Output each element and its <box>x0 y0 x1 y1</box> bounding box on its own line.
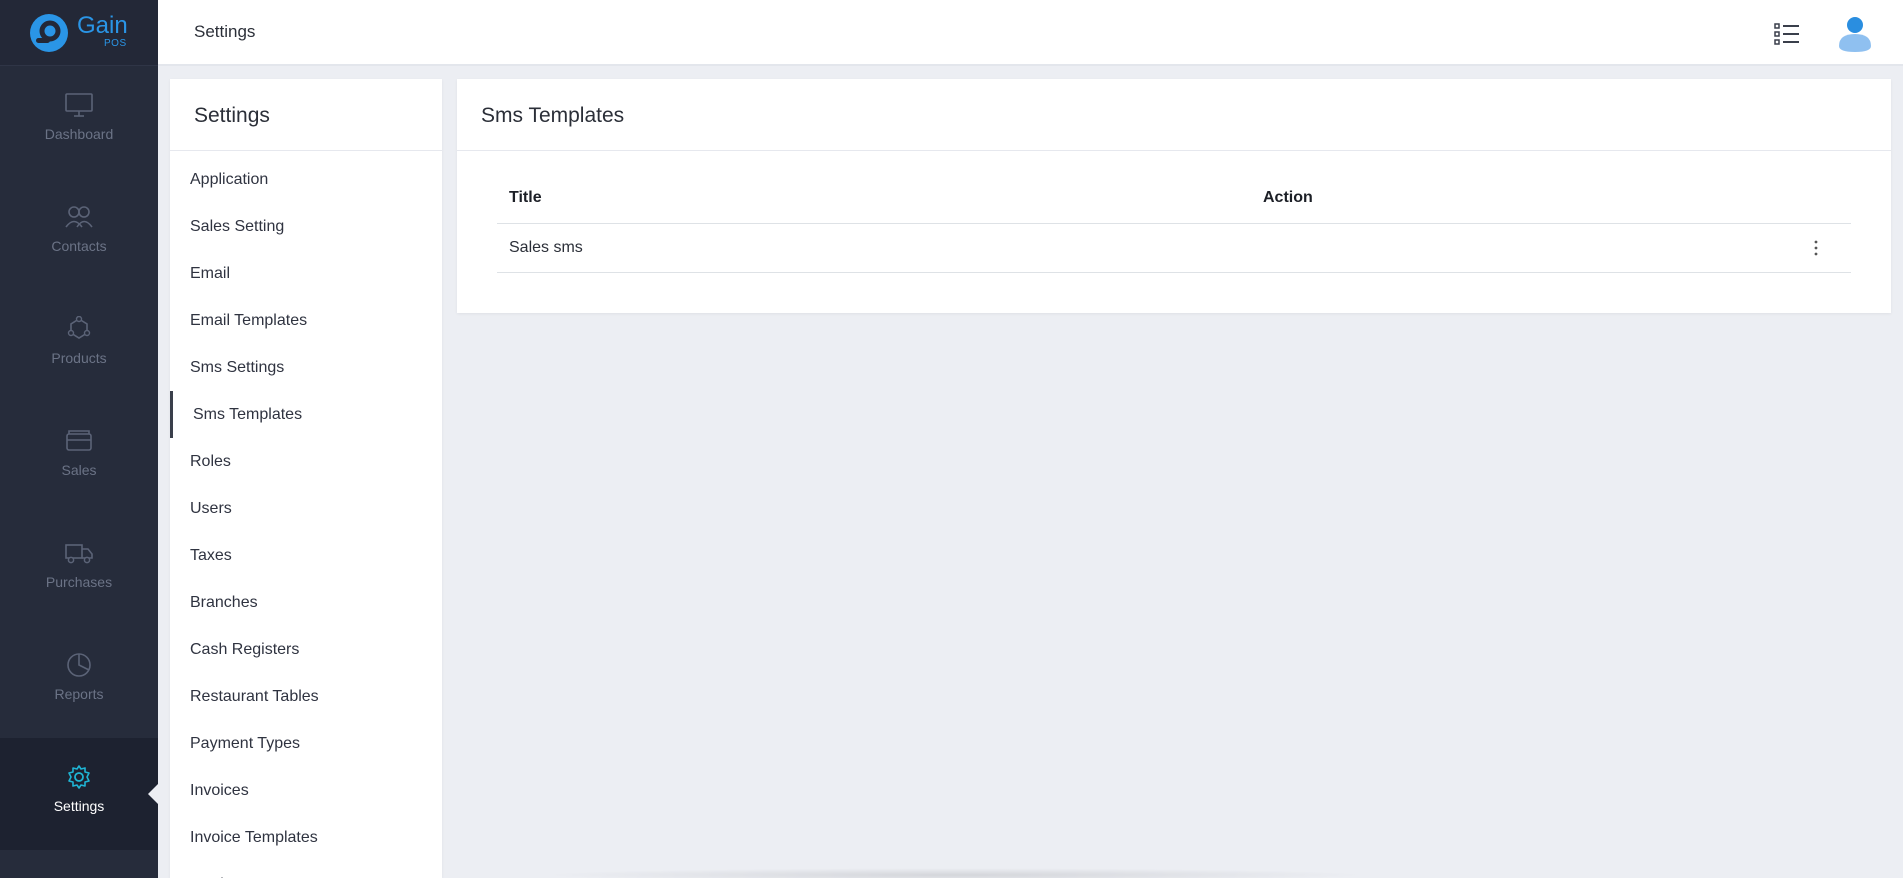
nav-label: Products <box>51 350 107 366</box>
nav-label: Sales <box>61 462 97 478</box>
active-pointer <box>148 784 158 804</box>
settings-item-invoices[interactable]: Invoices <box>170 767 442 814</box>
nav-label: Dashboard <box>44 126 114 142</box>
top-header: Settings <box>158 0 1903 66</box>
wallet-icon <box>66 430 92 451</box>
column-header-title: Title <box>497 174 1251 224</box>
settings-item-taxes[interactable]: Taxes <box>170 532 442 579</box>
nav-dashboard[interactable]: Dashboard <box>0 66 158 178</box>
nav-label: Settings <box>53 798 105 814</box>
table-row[interactable]: Sales sms <box>497 223 1851 273</box>
card-title: Sms Templates <box>457 79 1891 151</box>
brand-name: Gain <box>77 12 128 39</box>
sms-templates-card: Sms Templates Title Action Sales sms <box>457 79 1891 313</box>
nav-products[interactable]: Products <box>0 290 158 402</box>
monitor-icon <box>65 93 93 117</box>
settings-item-payment-types[interactable]: Payment Types <box>170 720 442 767</box>
logo-icon <box>30 14 68 52</box>
settings-item-application[interactable]: Application <box>170 156 442 203</box>
settings-item-roles[interactable]: Roles <box>170 438 442 485</box>
avatar[interactable] <box>1838 16 1872 52</box>
nav-label: Contacts <box>51 238 107 254</box>
settings-item-email[interactable]: Email <box>170 250 442 297</box>
settings-item-cash-registers[interactable]: Cash Registers <box>170 626 442 673</box>
row-action-cell <box>1251 223 1851 273</box>
nav-label: Reports <box>54 686 104 702</box>
more-vertical-icon[interactable] <box>1811 239 1821 257</box>
settings-item-sms-settings[interactable]: Sms Settings <box>170 344 442 391</box>
settings-item-invoice-templates[interactable]: Invoice Templates <box>170 814 442 861</box>
settings-menu-panel: Settings Application Sales Setting Email… <box>170 79 442 878</box>
row-title: Sales sms <box>497 223 1251 273</box>
nav-settings[interactable]: Settings <box>0 738 158 850</box>
gear-icon <box>68 765 90 789</box>
users-icon <box>65 206 93 228</box>
settings-item-email-templates[interactable]: Email Templates <box>170 297 442 344</box>
nav-sales[interactable]: Sales <box>0 402 158 514</box>
table-header-row: Title Action <box>497 174 1851 224</box>
column-header-action: Action <box>1251 174 1851 224</box>
brand-logo[interactable]: Gain POS <box>0 0 158 66</box>
pie-chart-icon <box>67 653 91 677</box>
settings-item-sms-templates[interactable]: Sms Templates <box>170 391 442 438</box>
settings-item-restaurant-tables[interactable]: Restaurant Tables <box>170 673 442 720</box>
nav-contacts[interactable]: Contacts <box>0 178 158 290</box>
settings-item-sales-setting[interactable]: Sales Setting <box>170 203 442 250</box>
page-title: Settings <box>194 22 256 41</box>
nav-label: Purchases <box>45 574 113 590</box>
settings-item-users[interactable]: Users <box>170 485 442 532</box>
truck-icon <box>65 544 93 564</box>
nav-reports[interactable]: Reports <box>0 626 158 738</box>
settings-menu-title: Settings <box>170 79 442 151</box>
settings-item-branches[interactable]: Branches <box>170 579 442 626</box>
left-nav: Gain POS Dashboard Contacts Products Sal… <box>0 0 158 878</box>
brand-sub: POS <box>104 38 127 49</box>
settings-item-products[interactable]: Products <box>170 861 442 878</box>
sms-templates-table: Title Action Sales sms <box>497 174 1851 273</box>
nav-purchases[interactable]: Purchases <box>0 514 158 626</box>
list-icon[interactable] <box>1774 22 1800 46</box>
bottom-shadow <box>540 868 1370 878</box>
cubes-icon <box>67 316 91 339</box>
settings-menu-list: Application Sales Setting Email Email Te… <box>170 151 442 878</box>
